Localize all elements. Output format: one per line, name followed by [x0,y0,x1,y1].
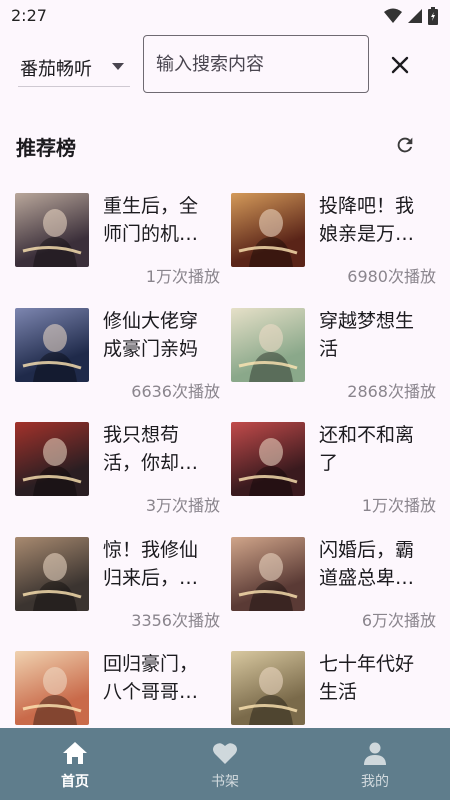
section-title: 推荐榜 [16,136,76,160]
status-bar: 2:27 [0,0,450,32]
signal-icon [408,9,422,23]
book-card[interactable]: 惊！我修仙归来后，… 3356次播放 [15,532,230,642]
book-play-count: 6980次播放 [347,267,436,286]
refresh-button[interactable] [392,132,418,158]
nav-item-bookshelf[interactable]: 书架 [150,728,300,800]
book-play-count: 1万次播放 [361,496,436,515]
book-title: 重生后，全师门的机… [103,195,199,245]
clear-search-button[interactable] [386,51,414,79]
book-card[interactable]: 穿越梦想生活 2868次播放 [231,303,446,413]
nav-label-profile: 我的 [361,774,389,790]
book-cover-image [231,193,305,267]
person-icon [361,740,389,766]
book-play-count: 6636次播放 [131,381,220,401]
source-dropdown-value: 番茄畅听 [20,59,92,80]
book-play-count: 2868次播放 [347,381,436,401]
wifi-icon [384,8,402,23]
book-cover-image [15,307,89,382]
book-title: 闪婚后，霸道盛总卑… [319,538,415,589]
book-card[interactable]: 重生后，全师门的机… 1万次播放 [15,188,230,298]
book-title: 惊！我修仙归来后，… [103,538,199,589]
nav-label-home: 首页 [61,774,89,790]
nav-item-home[interactable]: 首页 [0,728,150,800]
book-card[interactable]: 还和不和离了 1万次播放 [231,417,446,527]
book-cover-image [231,651,305,725]
battery-icon [428,7,438,25]
book-card[interactable]: 投降吧！我娘亲是万… 6980次播放 [231,188,446,298]
book-title: 修仙大佬穿成豪门亲妈 [103,309,199,360]
heart-icon [211,740,239,766]
status-time: 2:27 [11,6,47,25]
book-card[interactable]: 修仙大佬穿成豪门亲妈 6636次播放 [15,303,230,413]
book-title: 七十年代好生活 [319,653,415,703]
book-card[interactable]: 七十年代好生活 [231,646,446,728]
book-cover-image [231,307,305,382]
dropdown-caret-icon [112,63,124,70]
book-card[interactable]: 我只想苟活，你却… 3万次播放 [15,417,230,527]
book-title: 投降吧！我娘亲是万… [319,195,415,245]
book-card[interactable]: 回归豪门，八个哥哥… [15,646,230,728]
nav-label-bookshelf: 书架 [211,774,239,790]
book-title: 回归豪门，八个哥哥… [103,653,199,703]
book-grid: 重生后，全师门的机… 1万次播放 投降吧！我娘亲是万… 6980次播放修仙大佬穿成豪门… [0,188,450,728]
book-play-count: 6万次播放 [361,610,436,630]
book-title: 穿越梦想生活 [319,309,415,360]
search-row: 番茄畅听 [0,34,450,98]
refresh-icon [397,137,413,153]
book-card[interactable]: 闪婚后，霸道盛总卑… 6万次播放 [231,532,446,642]
book-cover-image [231,422,305,496]
book-cover-image [15,651,89,725]
close-icon [391,56,409,74]
bottom-navigation: 首页 书架 我的 [0,728,450,800]
book-cover-image [15,422,89,496]
book-cover-image [15,193,89,267]
book-title: 还和不和离了 [319,424,415,474]
book-cover-image [231,536,305,611]
book-title: 我只想苟活，你却… [103,424,199,474]
nav-item-profile[interactable]: 我的 [300,728,450,800]
home-icon [61,740,89,766]
book-play-count: 1万次播放 [145,267,220,286]
source-dropdown[interactable]: 番茄畅听 [18,50,130,87]
book-cover-image [15,536,89,611]
book-play-count: 3356次播放 [131,610,220,630]
book-play-count: 3万次播放 [145,496,220,515]
search-input[interactable] [143,35,369,93]
status-icons [384,5,438,27]
